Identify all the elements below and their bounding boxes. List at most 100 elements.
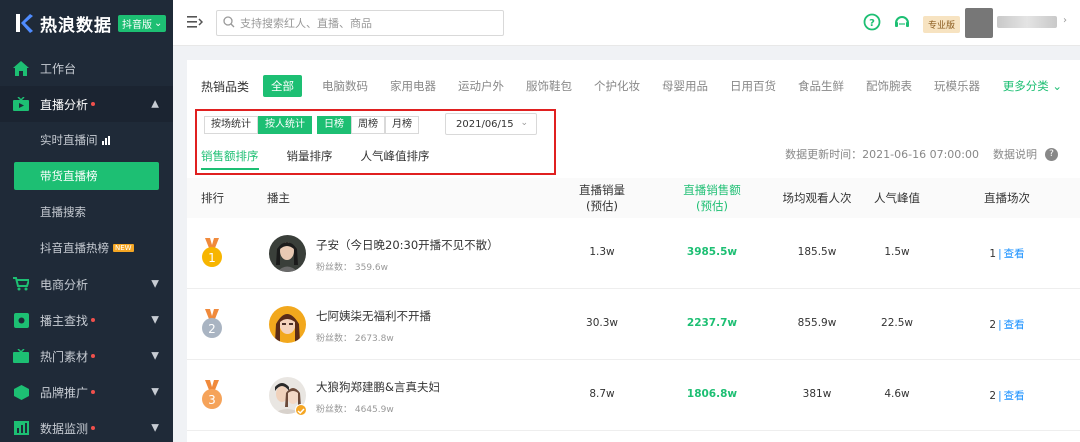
date-value: 2021/06/15 <box>456 118 514 130</box>
nav-sales-live-ranking[interactable]: 带货直播榜 <box>14 162 159 190</box>
sessions-count: 2 <box>989 390 997 402</box>
anchor-fans: 粉丝数： 2673.8w <box>316 334 394 344</box>
nav-live-search[interactable]: 直播搜索 <box>0 194 173 230</box>
col-avg-viewers[interactable]: 场均观看人次 <box>772 190 862 206</box>
sessions-count: 1 <box>989 248 997 260</box>
sales-amount: 3985.5w <box>686 246 738 258</box>
help-circle-icon[interactable]: ? <box>863 13 881 31</box>
rank-number: 2 <box>208 322 216 336</box>
help-icon[interactable]: ? <box>1045 147 1058 161</box>
monitor-chart-icon <box>12 419 30 437</box>
headset-icon[interactable] <box>893 13 911 31</box>
category-item[interactable]: 家用电器 <box>390 78 436 94</box>
live-icon <box>12 95 30 113</box>
puzzle-icon <box>12 311 30 329</box>
sessions-cell: 2 | 查看 <box>977 317 1037 332</box>
category-item[interactable]: 服饰鞋包 <box>526 78 572 94</box>
col-sales-amount[interactable]: 直播销售额 (预估) <box>672 182 752 214</box>
nav-ecommerce-analysis[interactable]: 电商分析 ▼ <box>0 266 173 302</box>
stat-by-person[interactable]: 按人统计 <box>258 116 312 134</box>
nav-brand-promotion[interactable]: 品牌推广 ▼ <box>0 374 173 410</box>
col-sales-amount-sub: (预估) <box>696 199 728 213</box>
logo[interactable]: 热浪数据 抖音版 ⌄ <box>0 0 173 46</box>
search-box[interactable] <box>216 10 504 36</box>
nav-label: 工作台 <box>40 61 77 76</box>
peak-viewers: 4.6w <box>884 388 910 400</box>
peak-viewers: 22.5w <box>881 317 913 329</box>
nav-live-analysis[interactable]: 直播分析 ▲ <box>0 86 173 122</box>
view-link[interactable]: 查看 <box>1004 248 1025 260</box>
nav-data-monitoring[interactable]: 数据监测 ▼ <box>0 410 173 442</box>
category-all[interactable]: 全部 <box>263 75 303 97</box>
view-link[interactable]: 查看 <box>1004 319 1025 331</box>
col-anchor: 播主 <box>267 191 290 205</box>
new-dot-icon <box>91 354 96 358</box>
category-item[interactable]: 母婴用品 <box>662 78 708 94</box>
nav-anchor-search[interactable]: 播主查找 ▼ <box>0 302 173 338</box>
date-picker[interactable]: 2021/06/15 ⌄ <box>445 113 537 135</box>
nav-douyin-hot-list[interactable]: 抖音直播热榜 NEW <box>0 230 173 266</box>
sales-amount: 2237.7w <box>686 317 738 329</box>
table-row[interactable]: 2 七阿姨柒无福利不开播 粉丝数： 2673.8w 30.3w 2237.7w … <box>187 289 1080 360</box>
user-name-blurred[interactable] <box>997 16 1057 28</box>
menu-collapse-icon[interactable] <box>187 15 204 29</box>
category-item[interactable]: 电脑数码 <box>322 78 368 94</box>
sort-by-sales-qty[interactable]: 销量排序 <box>287 146 333 170</box>
chevron-right-icon[interactable]: › <box>1063 15 1067 26</box>
category-item[interactable]: 运动户外 <box>458 78 504 94</box>
category-item[interactable]: 玩模乐器 <box>934 78 980 94</box>
period-monthly[interactable]: 月榜 <box>385 116 419 134</box>
nav-label: 实时直播间 <box>40 133 98 147</box>
view-link[interactable]: 查看 <box>1004 390 1025 402</box>
table-row[interactable]: 1 子安（今日晚20:30开播不见不散） 粉丝数： 359.6w 1.3w 39… <box>187 218 1080 289</box>
category-item[interactable]: 日用百货 <box>730 78 776 94</box>
chevron-up-icon: ▲ <box>151 98 159 110</box>
col-rank: 排行 <box>201 191 224 205</box>
nav-workbench[interactable]: 工作台 <box>0 50 173 86</box>
platform-switch[interactable]: 抖音版 ⌄ <box>118 14 167 32</box>
anchor-name[interactable]: 七阿姨柒无福利不开播 <box>316 308 431 324</box>
anchor-avatar[interactable] <box>269 306 306 343</box>
nav-label: 数据监测 <box>40 421 89 436</box>
col-peak[interactable]: 人气峰值 <box>867 190 927 206</box>
chevron-down-icon: ▼ <box>151 422 159 434</box>
chevron-down-icon: ⌄ <box>1052 79 1062 93</box>
sort-by-sales-amount[interactable]: 销售额排序 <box>201 146 259 170</box>
anchor-name[interactable]: 子安（今日晚20:30开播不见不散） <box>316 237 499 253</box>
col-sales-amount-label: 直播销售额 <box>683 183 741 197</box>
sort-by-peak[interactable]: 人气峰值排序 <box>361 146 430 170</box>
pro-badge: 专业版 <box>923 16 961 33</box>
period-daily[interactable]: 日榜 <box>317 116 351 134</box>
new-dot-icon <box>91 390 96 394</box>
period-weekly[interactable]: 周榜 <box>351 116 385 134</box>
col-sales-qty-sub: (预估) <box>586 199 618 213</box>
sales-qty: 1.3w <box>589 246 615 258</box>
category-item[interactable]: 食品生鲜 <box>798 78 844 94</box>
sales-qty: 30.3w <box>586 317 618 329</box>
nav-hot-materials[interactable]: 热门素材 ▼ <box>0 338 173 374</box>
category-item[interactable]: 个护化妆 <box>594 78 640 94</box>
silver-medal-icon: 2 <box>201 309 223 339</box>
search-input[interactable] <box>240 16 490 30</box>
stat-by-session[interactable]: 按场统计 <box>204 116 258 134</box>
col-sales-qty[interactable]: 直播销量 (预估) <box>567 182 637 214</box>
search-icon <box>223 15 235 31</box>
period-toggle: 日榜 周榜 月榜 <box>317 116 419 134</box>
category-label: 热销品类 <box>201 79 250 94</box>
table-row[interactable]: 3 大狼狗郑建鹏&言真夫妇 粉丝数： 4645.9w 8.7w 1806.8w … <box>187 360 1080 431</box>
user-avatar[interactable] <box>965 8 993 38</box>
gold-medal-icon: 1 <box>201 238 223 268</box>
more-categories-button[interactable]: 更多分类 ⌄ <box>1003 78 1062 94</box>
avg-viewers: 855.9w <box>797 317 837 329</box>
verified-badge-icon <box>295 404 307 416</box>
data-explain-link[interactable]: 数据说明 <box>993 146 1037 162</box>
nav-realtime-live[interactable]: 实时直播间 <box>0 122 173 158</box>
anchor-name[interactable]: 大狼狗郑建鹏&言真夫妇 <box>316 379 440 395</box>
avg-viewers: 381w <box>802 388 832 400</box>
col-sessions[interactable]: 直播场次 <box>977 190 1037 206</box>
anchor-avatar[interactable] <box>269 235 306 272</box>
peak-viewers: 1.5w <box>884 246 910 258</box>
category-item[interactable]: 配饰腕表 <box>866 78 912 94</box>
nav-label: 热门素材 <box>40 349 89 364</box>
nav-label: 直播分析 <box>40 97 89 112</box>
